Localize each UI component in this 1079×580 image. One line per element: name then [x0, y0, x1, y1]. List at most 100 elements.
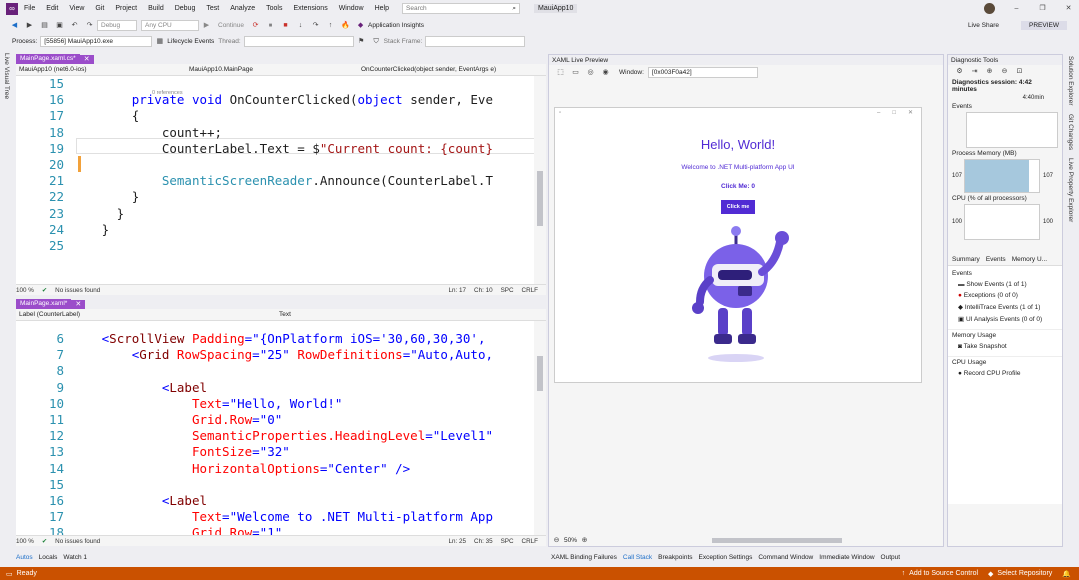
- scrollbar-thumb[interactable]: [537, 356, 543, 391]
- thread-select[interactable]: [243, 35, 354, 47]
- tab-exception-settings[interactable]: Exception Settings: [699, 554, 753, 561]
- click-me-button[interactable]: Click me: [720, 200, 756, 214]
- code-line[interactable]: 21 SemanticScreenReader.Announce(Counter…: [16, 173, 493, 189]
- xaml-code-area[interactable]: 6 <ScrollView Padding="{OnPlatform iOS='…: [16, 321, 546, 535]
- menu-item-tools[interactable]: Tools: [266, 5, 282, 12]
- app-insights-button[interactable]: Application Insights: [368, 22, 424, 29]
- project-select[interactable]: MauiApp10 (net6.0-ios): [16, 64, 186, 75]
- code-line[interactable]: 25: [16, 238, 493, 254]
- scrollbar-thumb[interactable]: [537, 171, 543, 226]
- zoom-out-icon[interactable]: ⊖: [552, 536, 561, 545]
- member-select[interactable]: OnCounterClicked(object sender, EventArg…: [358, 64, 538, 75]
- settings-icon[interactable]: ⚙: [955, 67, 964, 76]
- lifecycle-events-button[interactable]: Lifecycle Events: [167, 38, 214, 45]
- live-share-button[interactable]: Live Share: [968, 22, 999, 29]
- zoom-in-icon[interactable]: ⊕: [985, 67, 994, 76]
- forward-icon[interactable]: ▶: [25, 21, 34, 30]
- cs-vertical-scrollbar[interactable]: [534, 76, 546, 284]
- tab-output[interactable]: Output: [881, 554, 901, 561]
- window-select[interactable]: [0x003F0a42]: [647, 66, 758, 78]
- code-line[interactable]: 17 {: [16, 108, 493, 124]
- tab-mainpage-xaml[interactable]: MainPage.xaml*: [16, 299, 72, 309]
- tab-call-stack[interactable]: Call Stack: [623, 554, 652, 561]
- menu-item-file[interactable]: File: [24, 5, 35, 12]
- track-focus-icon[interactable]: ◎: [586, 68, 595, 77]
- tab-summary[interactable]: Summary: [952, 256, 980, 263]
- menu-item-test[interactable]: Test: [206, 5, 219, 12]
- menu-item-window[interactable]: Window: [339, 5, 364, 12]
- export-icon[interactable]: ⇥: [970, 67, 979, 76]
- restart-icon[interactable]: ⟳: [251, 21, 260, 30]
- restore-icon[interactable]: ❐: [1038, 4, 1047, 13]
- app-minimize-icon[interactable]: –: [877, 110, 880, 116]
- live-property-explorer-tab[interactable]: Live Property Explorer: [1067, 158, 1074, 222]
- app-maximize-icon[interactable]: □: [892, 110, 896, 116]
- property-select[interactable]: Text: [276, 309, 536, 320]
- code-line[interactable]: 16 private void OnCounterClicked(object …: [16, 92, 493, 108]
- cs-code-area[interactable]: 0 references 15 16 private void OnCounte…: [16, 76, 546, 284]
- menu-item-build[interactable]: Build: [148, 5, 164, 12]
- flag-icon[interactable]: ⚑: [357, 37, 366, 46]
- code-line[interactable]: 19 CounterLabel.Text = $"Current count: …: [16, 141, 493, 157]
- record-cpu-button[interactable]: ● Record CPU Profile: [948, 368, 1062, 379]
- save-icon[interactable]: ▣: [55, 21, 64, 30]
- class-select[interactable]: MauiApp10.MainPage: [186, 64, 358, 75]
- hot-reload-icon[interactable]: 🔥: [341, 21, 350, 30]
- ui-analysis-link[interactable]: ▣ UI Analysis Events (0 of 0): [948, 313, 1062, 325]
- tab-memory-usage[interactable]: Memory U...: [1012, 256, 1047, 263]
- menu-item-help[interactable]: Help: [375, 5, 389, 12]
- tab-watch-1[interactable]: Watch 1: [63, 554, 87, 561]
- code-line[interactable]: 15: [16, 76, 493, 92]
- preview-selection-icon[interactable]: ◉: [601, 68, 610, 77]
- code-line[interactable]: 22 }: [16, 189, 493, 205]
- menu-item-debug[interactable]: Debug: [175, 5, 196, 12]
- issues-text[interactable]: No issues found: [55, 538, 100, 545]
- search-input[interactable]: Search ⌕: [402, 3, 521, 14]
- code-line[interactable]: 20: [16, 157, 493, 173]
- code-line[interactable]: 12 SemanticProperties.HeadingLevel="Leve…: [16, 428, 493, 444]
- code-line[interactable]: 7 <Grid RowSpacing="25" RowDefinitions="…: [16, 347, 493, 363]
- menu-item-extensions[interactable]: Extensions: [293, 5, 327, 12]
- code-line[interactable]: 14 HorizontalOptions="Center" />: [16, 461, 493, 477]
- avatar[interactable]: [984, 3, 995, 14]
- continue-button[interactable]: Continue: [218, 22, 244, 29]
- tab-immediate-window[interactable]: Immediate Window: [819, 554, 874, 561]
- menu-item-edit[interactable]: Edit: [46, 5, 58, 12]
- solution-explorer-tab[interactable]: Solution Explorer: [1067, 56, 1074, 106]
- memory-graph[interactable]: [964, 159, 1040, 193]
- tab-autos[interactable]: Autos: [16, 554, 33, 561]
- filter-icon[interactable]: ⛉: [372, 37, 381, 46]
- menu-item-view[interactable]: View: [69, 5, 84, 12]
- code-line[interactable]: 24 }: [16, 222, 493, 238]
- app-close-icon[interactable]: ✕: [908, 109, 913, 116]
- git-changes-tab[interactable]: Git Changes: [1067, 114, 1074, 150]
- redo-icon[interactable]: ↷: [85, 21, 94, 30]
- code-line[interactable]: 17 Text="Welcome to .NET Multi-platform …: [16, 509, 493, 525]
- minimize-icon[interactable]: –: [1012, 4, 1021, 13]
- step-out-icon[interactable]: ↑: [326, 21, 335, 30]
- back-icon[interactable]: ◀: [10, 21, 19, 30]
- zoom-level[interactable]: 100 %: [16, 287, 34, 294]
- stop-icon[interactable]: ■: [281, 21, 290, 30]
- break-all-icon[interactable]: ⏸: [266, 21, 275, 30]
- tab-mainpage-xaml-cs[interactable]: MainPage.xaml.cs*: [16, 54, 80, 64]
- element-select[interactable]: Label (CounterLabel): [16, 309, 276, 320]
- preview-zoom[interactable]: 50%: [564, 537, 577, 544]
- platform-select[interactable]: Any CPU: [141, 20, 199, 31]
- select-repository-button[interactable]: Select Repository: [997, 570, 1052, 577]
- live-visual-tree-tab[interactable]: Live Visual Tree: [3, 53, 10, 99]
- code-line[interactable]: 18 count++;: [16, 125, 493, 141]
- preview-badge[interactable]: PREVIEW: [1021, 21, 1067, 30]
- tab-command-window[interactable]: Command Window: [758, 554, 813, 561]
- code-line[interactable]: 6 <ScrollView Padding="{OnPlatform iOS='…: [16, 331, 493, 347]
- tab-close-icon[interactable]: ✕: [71, 299, 86, 309]
- code-line[interactable]: 23 }: [16, 206, 493, 222]
- tab-close-icon[interactable]: ✕: [79, 54, 94, 64]
- config-select[interactable]: Debug: [97, 20, 137, 31]
- new-file-icon[interactable]: ▤: [40, 21, 49, 30]
- exceptions-link[interactable]: ● Exceptions (0 of 0): [948, 290, 1062, 301]
- close-icon[interactable]: ✕: [1064, 4, 1073, 13]
- continue-icon[interactable]: ▶: [202, 21, 211, 30]
- tab-events[interactable]: Events: [986, 256, 1006, 263]
- tab-locals[interactable]: Locals: [39, 554, 58, 561]
